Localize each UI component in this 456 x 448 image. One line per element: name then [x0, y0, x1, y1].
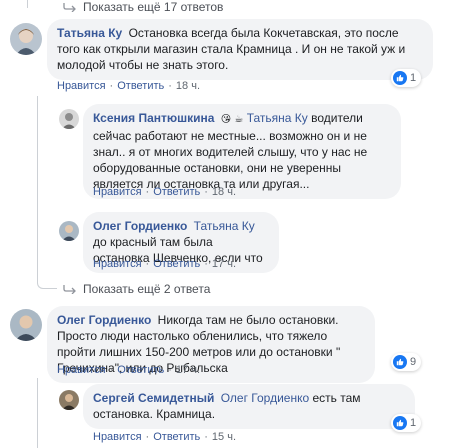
- mention-link[interactable]: Татьяна Ку: [194, 219, 255, 233]
- timestamp[interactable]: 17 ч.: [176, 364, 200, 376]
- mention-link[interactable]: Татьяна Ку: [247, 111, 308, 125]
- avatar[interactable]: [10, 23, 42, 55]
- reply-link[interactable]: Ответить: [153, 186, 200, 198]
- show-more-replies-label: Показать ещё 2 ответа: [83, 282, 211, 296]
- emoji-icon: 😘 ☕: [220, 114, 244, 125]
- show-more-replies-label: Показать ещё 17 ответов: [83, 0, 224, 14]
- comment-author[interactable]: Олег Гордиенко: [93, 219, 187, 233]
- comment-bubble: Татьяна Ку Остановка всегда была Кокчета…: [47, 19, 433, 80]
- comment-author[interactable]: Татьяна Ку: [57, 26, 122, 40]
- thread-line: [37, 378, 38, 448]
- like-link[interactable]: Нравится: [57, 364, 106, 376]
- thread-line: [37, 96, 38, 280]
- reaction-count[interactable]: 1: [391, 414, 422, 432]
- mention-link[interactable]: Олег Гордиенко: [221, 391, 309, 405]
- reaction-count[interactable]: 1: [391, 69, 422, 87]
- reply-link[interactable]: Ответить: [153, 431, 200, 443]
- timestamp[interactable]: 15 ч.: [212, 431, 236, 443]
- timestamp[interactable]: 17 ч.: [212, 258, 236, 270]
- thread-line: [27, 0, 28, 8]
- comment-actions: Нравится · Ответить · 17 ч.: [57, 364, 201, 376]
- timestamp[interactable]: 18 ч.: [212, 186, 236, 198]
- avatar[interactable]: [59, 221, 79, 241]
- like-icon: [393, 71, 407, 85]
- comment-actions: Нравится · Ответить · 18 ч.: [93, 186, 237, 198]
- avatar[interactable]: [59, 109, 79, 129]
- like-link[interactable]: Нравится: [93, 186, 142, 198]
- comment-author[interactable]: Ксения Пантюшкина: [93, 111, 214, 125]
- comment-actions: Нравится · Ответить · 15 ч.: [93, 431, 237, 443]
- comment-actions: Нравится · Ответить · 18 ч.: [57, 80, 201, 92]
- show-more-replies-link[interactable]: Показать ещё 17 ответов: [63, 0, 223, 14]
- timestamp[interactable]: 18 ч.: [176, 80, 200, 92]
- reply-arrow-icon: [63, 3, 76, 12]
- thread-elbow: [37, 275, 57, 289]
- like-link[interactable]: Нравится: [93, 258, 142, 270]
- like-icon: [393, 416, 407, 430]
- reply-link[interactable]: Ответить: [117, 364, 164, 376]
- comment-bubble: Сергей Семидетный Олег Гордиенко есть та…: [83, 384, 415, 429]
- comment-bubble: Ксения Пантюшкина 😘 ☕ Татьяна Ку водител…: [83, 104, 401, 199]
- avatar[interactable]: [59, 390, 79, 410]
- reply-link[interactable]: Ответить: [117, 80, 164, 92]
- like-link[interactable]: Нравится: [57, 80, 106, 92]
- reply-link[interactable]: Ответить: [153, 258, 200, 270]
- avatar[interactable]: [10, 309, 42, 341]
- reply-arrow-icon: [63, 285, 76, 294]
- comment-author[interactable]: Олег Гордиенко: [57, 313, 151, 327]
- reaction-count[interactable]: 9: [391, 353, 422, 371]
- comment-actions: Нравится · Ответить · 17 ч.: [93, 258, 237, 270]
- like-icon: [393, 355, 407, 369]
- comment-author[interactable]: Сергей Семидетный: [93, 391, 214, 405]
- show-more-replies-link[interactable]: Показать ещё 2 ответа: [63, 282, 210, 296]
- like-link[interactable]: Нравится: [93, 431, 142, 443]
